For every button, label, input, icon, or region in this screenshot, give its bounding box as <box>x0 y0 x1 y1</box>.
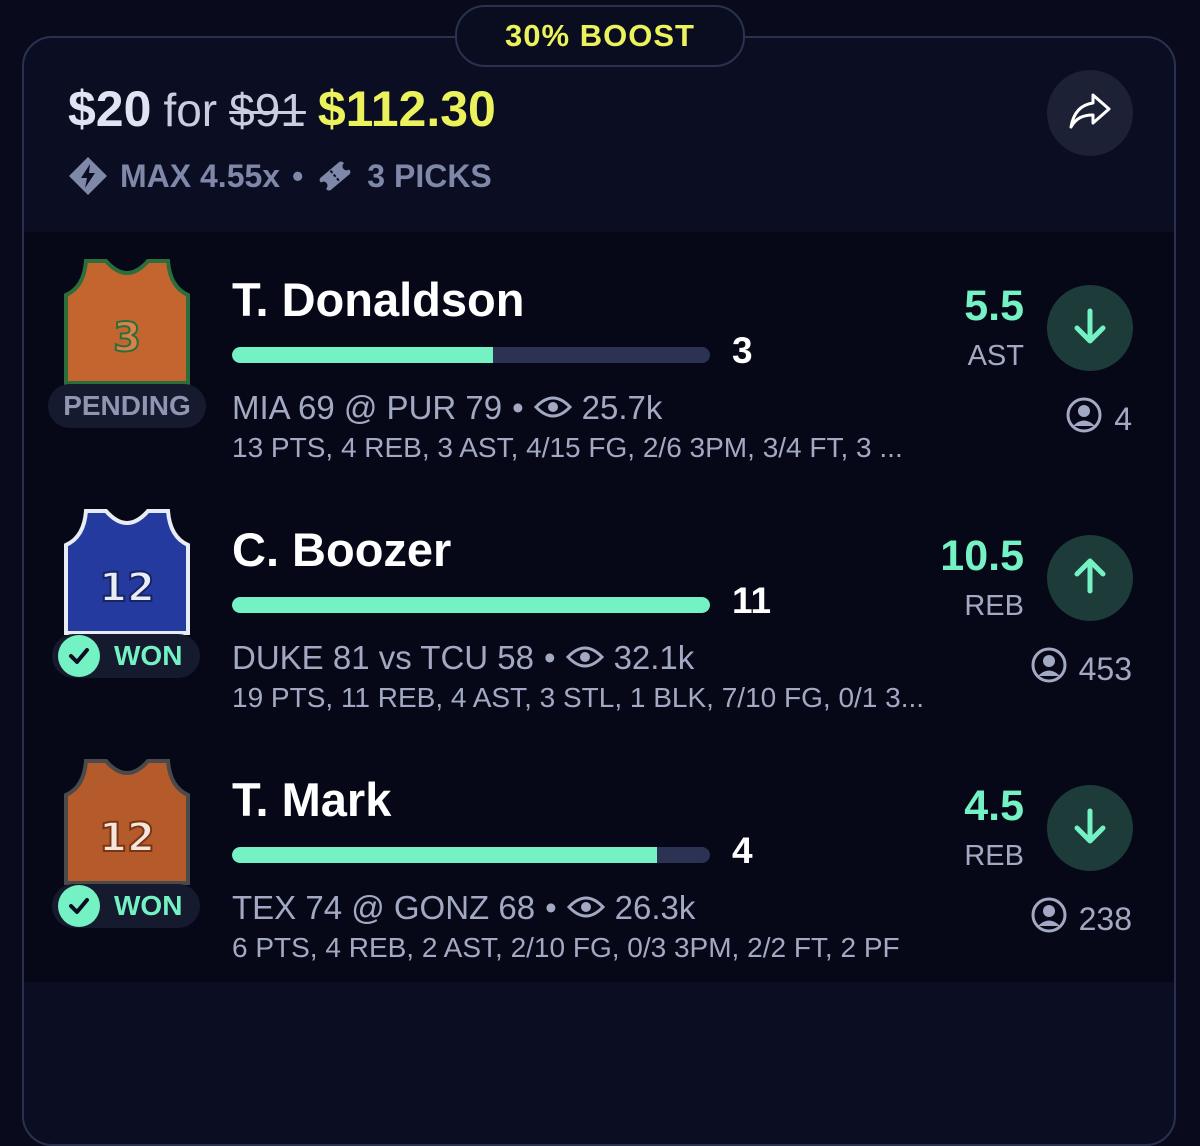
progress-fill <box>232 847 657 863</box>
payout-line: $20 for $91 $112.30 <box>68 80 496 138</box>
pick-count: 453 <box>1031 647 1132 691</box>
progress-bar <box>232 597 710 613</box>
separator-dot: • <box>292 157 304 194</box>
lineup-meta: MAX 4.55x • 3 PICKS <box>68 156 496 196</box>
jersey-number: 12 <box>99 565 155 611</box>
status-label: WON <box>114 890 183 921</box>
separator-dot: • <box>512 389 524 426</box>
eye-icon <box>565 639 604 677</box>
view-count: 32.1k <box>613 639 695 676</box>
boost-badge: 30% BOOST <box>455 5 745 67</box>
old-payout: $91 <box>229 84 306 136</box>
share-arrow-icon <box>1067 91 1113 136</box>
player-name: C. Boozer <box>232 523 452 576</box>
direction-button[interactable] <box>1047 535 1133 621</box>
picks-count: 3 PICKS <box>367 157 492 194</box>
for-word: for <box>163 84 218 136</box>
user-circle-icon <box>1031 897 1067 941</box>
pick-row[interactable]: 12 WON T. Mark 4 TEX 74 @ GONZ 68 • 26.3… <box>24 732 1174 982</box>
progress-bar <box>232 347 710 363</box>
box-score: 19 PTS, 11 REB, 4 AST, 3 STL, 1 BLK, 7/1… <box>232 682 925 713</box>
view-count: 26.3k <box>614 889 696 926</box>
status-label: WON <box>114 640 183 671</box>
pick-count-value: 238 <box>1078 900 1132 937</box>
line-stat: REB <box>964 840 1024 872</box>
pick-row[interactable]: 12 WON C. Boozer 11 DUKE 81 vs TCU 58 • … <box>24 482 1174 732</box>
status-badge: WON <box>52 634 200 678</box>
eye-icon <box>533 389 572 427</box>
max-multiplier: MAX 4.55x <box>120 157 281 194</box>
direction-button[interactable] <box>1047 785 1133 871</box>
separator-dot: • <box>544 639 556 676</box>
status-label: PENDING <box>63 390 191 421</box>
game-score: TEX 74 @ GONZ 68 <box>232 889 536 926</box>
player-name: T. Donaldson <box>232 273 525 326</box>
boosted-payout: $112.30 <box>317 81 496 137</box>
jersey-icon: 3 <box>64 259 190 385</box>
line-value: 4.5 <box>964 782 1024 830</box>
lineup-header: $20 for $91 $112.30 MAX 4.55x • 3 PICKS <box>68 80 496 196</box>
pick-count: 238 <box>1031 897 1132 941</box>
progress-fill <box>232 597 710 613</box>
player-name: T. Mark <box>232 773 392 826</box>
arrow-down-icon <box>1069 805 1111 852</box>
pick-count-value: 453 <box>1078 650 1132 687</box>
ticket-icon <box>315 156 355 196</box>
arrow-up-icon <box>1069 555 1111 602</box>
game-score: DUKE 81 vs TCU 58 <box>232 639 534 676</box>
box-score: 13 PTS, 4 REB, 3 AST, 4/15 FG, 2/6 3PM, … <box>232 432 903 463</box>
picks-list: 3 PENDING T. Donaldson 3 MIA 69 @ PUR 79… <box>24 232 1174 982</box>
user-circle-icon <box>1031 647 1067 691</box>
jersey-icon: 12 <box>64 759 190 885</box>
check-icon <box>58 635 100 677</box>
game-score: MIA 69 @ PUR 79 <box>232 389 503 426</box>
game-line: MIA 69 @ PUR 79 • 25.7k <box>232 389 662 427</box>
actual-stat: 4 <box>732 830 753 871</box>
direction-button[interactable] <box>1047 285 1133 371</box>
arrow-down-icon <box>1069 305 1111 352</box>
share-button[interactable] <box>1047 70 1133 156</box>
view-count: 25.7k <box>581 389 663 426</box>
actual-stat: 11 <box>732 580 772 621</box>
jersey-number: 3 <box>113 315 141 361</box>
diamond-bolt-icon <box>68 156 108 196</box>
status-badge: PENDING <box>48 384 206 428</box>
box-score: 6 PTS, 4 REB, 2 AST, 2/10 FG, 0/3 3PM, 2… <box>232 932 900 963</box>
line-stat: AST <box>967 340 1024 372</box>
game-line: DUKE 81 vs TCU 58 • 32.1k <box>232 639 694 677</box>
progress-fill <box>232 347 493 363</box>
stake-amount: $20 <box>68 81 152 137</box>
user-circle-icon <box>1066 397 1102 441</box>
pick-count-value: 4 <box>1114 400 1132 437</box>
separator-dot: • <box>545 889 557 926</box>
line-value: 5.5 <box>964 282 1024 330</box>
progress-bar <box>232 847 710 863</box>
line-stat: REB <box>964 590 1024 622</box>
jersey-number: 12 <box>99 815 155 861</box>
game-line: TEX 74 @ GONZ 68 • 26.3k <box>232 889 695 927</box>
pick-row[interactable]: 3 PENDING T. Donaldson 3 MIA 69 @ PUR 79… <box>24 232 1174 482</box>
jersey-icon: 12 <box>64 509 190 635</box>
pick-count: 4 <box>1066 397 1132 441</box>
status-badge: WON <box>52 884 200 928</box>
actual-stat: 3 <box>732 330 753 371</box>
check-icon <box>58 885 100 927</box>
line-value: 10.5 <box>940 532 1024 580</box>
eye-icon <box>566 889 605 927</box>
